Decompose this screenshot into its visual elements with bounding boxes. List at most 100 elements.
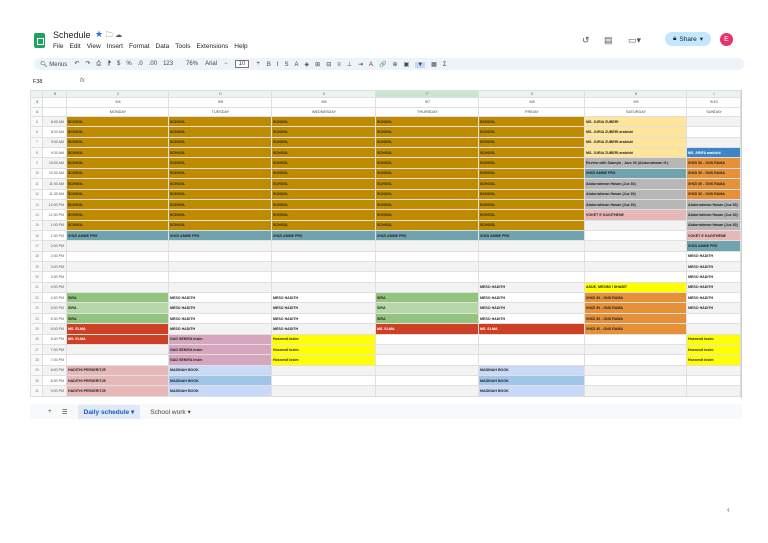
- schedule-cell[interactable]: [168, 271, 272, 283]
- day-date[interactable]: 9/8: [478, 97, 585, 108]
- toolbar-button[interactable]: .0: [138, 61, 143, 67]
- time-cell[interactable]: 8:00 AM: [42, 115, 67, 128]
- schedule-cell[interactable]: MESO HADITH: [168, 292, 272, 304]
- schedule-cell[interactable]: XHIZI 30 - ONS RAMA: [686, 188, 741, 200]
- day-date[interactable]: 9/7: [375, 97, 479, 108]
- menu-view[interactable]: View: [87, 43, 101, 50]
- menu-help[interactable]: Help: [234, 43, 247, 50]
- time-cell[interactable]: 7:00 PM: [42, 343, 67, 356]
- schedule-cell[interactable]: Abdurrahman Hasan (Juz 30): [584, 188, 687, 200]
- schedule-cell[interactable]: XHIZI 30 - ONS RAMA: [584, 323, 687, 335]
- column-header-corner[interactable]: [30, 90, 43, 98]
- schedule-cell[interactable]: [686, 374, 741, 387]
- schedule-cell[interactable]: [584, 385, 687, 397]
- row-number[interactable]: 13: [30, 198, 43, 211]
- toolbar-button[interactable]: ⊞: [315, 62, 320, 68]
- schedule-cell[interactable]: [375, 261, 479, 273]
- schedule-cell[interactable]: SCHOOL: [168, 198, 272, 211]
- row-number[interactable]: 10: [30, 167, 43, 180]
- toolbar-button[interactable]: ↷: [85, 61, 90, 67]
- day-name[interactable]: SATURDAY: [584, 106, 687, 117]
- schedule-cell[interactable]: [375, 240, 479, 252]
- row-number[interactable]: 28: [30, 354, 43, 366]
- spreadsheet-grid[interactable]: B C D E F G H I 3 9/4 9/5 9/6 9/7 9/8 9/9 9/10 4 MONDAY TU…: [30, 90, 742, 398]
- schedule-cell[interactable]: XHIZI AMME PRS: [584, 167, 687, 180]
- schedule-cell[interactable]: [686, 385, 741, 397]
- schedule-cell[interactable]: [168, 281, 272, 294]
- schedule-cell[interactable]: [584, 240, 687, 252]
- time-cell[interactable]: 11:30 AM: [42, 188, 67, 200]
- row-number[interactable]: 5: [30, 115, 43, 128]
- schedule-cell[interactable]: [686, 115, 741, 128]
- schedule-cell[interactable]: [168, 261, 272, 273]
- schedule-cell[interactable]: [375, 281, 479, 294]
- row-number[interactable]: 31: [30, 385, 43, 397]
- toolbar-button[interactable]: ▼: [415, 61, 426, 68]
- day-name[interactable]: THURSDAY: [375, 106, 479, 117]
- schedule-cell[interactable]: SIRA: [66, 302, 169, 314]
- schedule-cell[interactable]: SCHOOL: [271, 157, 376, 169]
- star-icon[interactable]: ★ 🗀 ☁: [95, 29, 122, 42]
- cell[interactable]: [42, 106, 67, 117]
- schedule-cell[interactable]: SCHOOL: [375, 136, 479, 149]
- schedule-cell[interactable]: [271, 240, 376, 252]
- row-number[interactable]: 16: [30, 229, 43, 242]
- time-cell[interactable]: 10:30 AM: [42, 167, 67, 180]
- schedule-cell[interactable]: SCHOOL: [271, 188, 376, 200]
- schedule-cell[interactable]: SCHOOL: [168, 167, 272, 180]
- toolbar-button[interactable]: ⇥: [358, 62, 363, 68]
- schedule-cell[interactable]: Hosnesit losim: [271, 333, 376, 345]
- all-sheets-icon[interactable]: ☰: [62, 408, 68, 416]
- row-number[interactable]: 4: [30, 106, 43, 117]
- meet-icon[interactable]: ▭▾: [628, 35, 641, 46]
- row-number[interactable]: 8: [30, 147, 43, 159]
- time-cell[interactable]: 4:00 PM: [42, 281, 67, 294]
- schedule-cell[interactable]: SCHOOL: [375, 188, 479, 200]
- toolbar-button[interactable]: ▣: [404, 62, 410, 68]
- schedule-cell[interactable]: SCHOOL: [478, 209, 585, 221]
- schedule-cell[interactable]: SCHOOL: [271, 198, 376, 211]
- schedule-cell[interactable]: MS. JURIA ZUBERI arabishi: [584, 136, 687, 149]
- schedule-cell[interactable]: SCHOOL: [168, 209, 272, 221]
- schedule-cell[interactable]: [168, 240, 272, 252]
- schedule-cell[interactable]: SIRA: [375, 292, 479, 304]
- time-cell[interactable]: 10:00 AM: [42, 157, 67, 169]
- time-cell[interactable]: 8:00 PM: [42, 364, 67, 377]
- schedule-cell[interactable]: SCHOOL: [168, 147, 272, 159]
- schedule-cell[interactable]: SCHOOL: [66, 167, 169, 180]
- schedule-cell[interactable]: [168, 250, 272, 263]
- schedule-cell[interactable]: [584, 250, 687, 263]
- schedule-cell[interactable]: Abdurrahman Hasan (Juz 30): [584, 198, 687, 211]
- schedule-cell[interactable]: [375, 364, 479, 377]
- schedule-cell[interactable]: [584, 343, 687, 356]
- toolbar-button[interactable]: ⁋: [107, 61, 111, 67]
- row-number[interactable]: 22: [30, 292, 43, 304]
- schedule-cell[interactable]: SCHOOL: [478, 136, 585, 149]
- schedule-cell[interactable]: SIRA: [66, 312, 169, 325]
- schedule-cell[interactable]: Abdurrahman Hasan (Juz 30): [686, 209, 741, 221]
- time-cell[interactable]: 6:30 PM: [42, 333, 67, 345]
- schedule-cell[interactable]: Hosnesit losim: [686, 343, 741, 356]
- day-date[interactable]: 9/10: [686, 97, 741, 108]
- schedule-cell[interactable]: [478, 271, 585, 283]
- schedule-cell[interactable]: [66, 271, 169, 283]
- font-size-input[interactable]: 10: [234, 60, 250, 68]
- column-header-B[interactable]: B: [42, 90, 67, 98]
- schedule-cell[interactable]: XHIZI 30 - ONS RAMA: [686, 157, 741, 169]
- folder-icon[interactable]: 🗀: [106, 32, 113, 39]
- schedule-cell[interactable]: MS. ELMA: [478, 323, 585, 335]
- schedule-cell[interactable]: [478, 261, 585, 273]
- schedule-cell[interactable]: HADITHI PERSERITJE: [66, 385, 169, 397]
- time-cell[interactable]: 4:30 PM: [42, 292, 67, 304]
- schedule-cell[interactable]: SIRA: [375, 312, 479, 325]
- schedule-cell[interactable]: SCHOOL: [271, 167, 376, 180]
- name-box[interactable]: F38: [33, 79, 42, 85]
- schedule-cell[interactable]: SCHOOL: [478, 115, 585, 128]
- schedule-cell[interactable]: XHIZI 30 - ONS RAMA: [584, 292, 687, 304]
- column-header-C[interactable]: C: [66, 90, 169, 98]
- time-cell[interactable]: 7:30 PM: [42, 354, 67, 366]
- column-header-G[interactable]: G: [478, 90, 585, 98]
- search-menus[interactable]: 🔍︎ Menus: [40, 61, 67, 68]
- schedule-cell[interactable]: [478, 250, 585, 263]
- schedule-cell[interactable]: SCHOOL: [271, 147, 376, 159]
